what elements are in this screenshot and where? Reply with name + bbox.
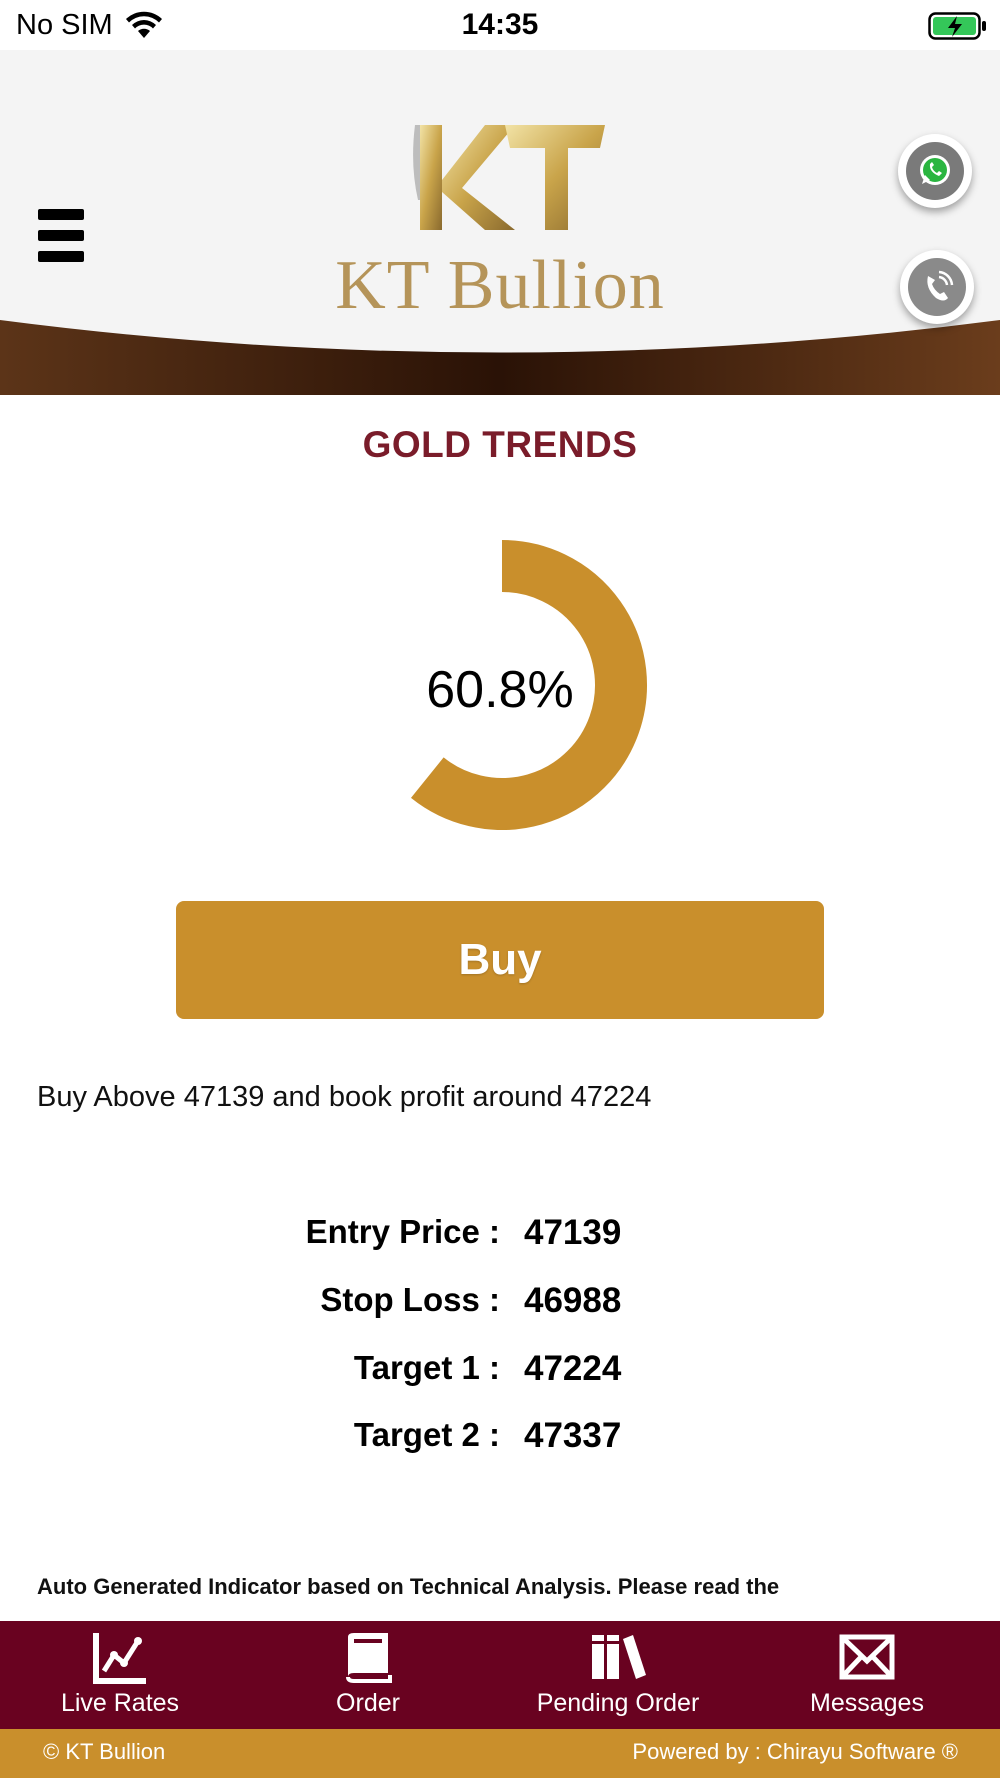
target-1-value: 47224: [524, 1349, 622, 1388]
phone-icon: [908, 258, 966, 316]
target-2-value: 47337: [524, 1416, 622, 1455]
nav-live-rates[interactable]: Live Rates: [40, 1621, 200, 1729]
chart-line-icon: [93, 1633, 146, 1684]
books-icon: [592, 1635, 646, 1679]
whatsapp-icon: [906, 142, 964, 200]
level-row-entry: Entry Price : 47139: [0, 1213, 1000, 1273]
target-2-label: Target 2 :: [353, 1416, 500, 1453]
nav-order-label: Order: [336, 1689, 400, 1717]
disclaimer-text: Auto Generated Indicator based on Techni…: [37, 1574, 780, 1599]
footer-copyright: © KT Bullion: [43, 1739, 166, 1764]
nav-pending-order-label: Pending Order: [536, 1689, 700, 1717]
nav-live-rates-label: Live Rates: [60, 1689, 180, 1717]
kt-bullion-logo: KT Bullion: [270, 70, 730, 350]
app-header: KT Bullion: [0, 50, 1000, 395]
kt-monogram-icon: [413, 125, 605, 230]
advice-text: Buy Above 47139 and book profit around 4…: [37, 1081, 652, 1113]
entry-price-label: Entry Price :: [305, 1213, 500, 1250]
footer-powered-by: Powered by : Chirayu Software ®: [632, 1739, 958, 1764]
book-icon: [346, 1633, 392, 1683]
status-bar: No SIM 14:35: [0, 0, 1000, 50]
whatsapp-button[interactable]: [898, 134, 972, 208]
level-row-target-1: Target 1 : 47224: [0, 1349, 1000, 1409]
footer-bar: © KT Bullion Powered by : Chirayu Softwa…: [0, 1729, 1000, 1778]
level-row-target-2: Target 2 : 47337: [0, 1416, 1000, 1476]
nav-order[interactable]: Order: [288, 1621, 448, 1729]
status-time: 14:35: [461, 8, 539, 41]
battery-charging-icon: [928, 12, 986, 40]
bottom-navigation: Live Rates Order Pending Order Messages: [0, 1621, 1000, 1729]
hamburger-menu-icon[interactable]: [38, 209, 84, 263]
nav-messages-label: Messages: [810, 1689, 924, 1717]
nav-pending-order[interactable]: Pending Order: [508, 1621, 728, 1729]
stop-loss-label: Stop Loss :: [320, 1281, 500, 1318]
level-row-stop-loss: Stop Loss : 46988: [0, 1281, 1000, 1341]
envelope-icon: [839, 1634, 895, 1680]
trend-gauge-label: 60.8%: [426, 661, 574, 719]
entry-price-value: 47139: [524, 1213, 622, 1252]
target-1-label: Target 1 :: [353, 1349, 500, 1386]
page-title: GOLD TRENDS: [362, 424, 638, 465]
logo-text: KT Bullion: [335, 247, 665, 324]
phone-button[interactable]: [900, 250, 974, 324]
stop-loss-value: 46988: [524, 1281, 622, 1320]
nav-messages[interactable]: Messages: [792, 1621, 942, 1729]
buy-button[interactable]: Buy: [176, 901, 824, 1019]
